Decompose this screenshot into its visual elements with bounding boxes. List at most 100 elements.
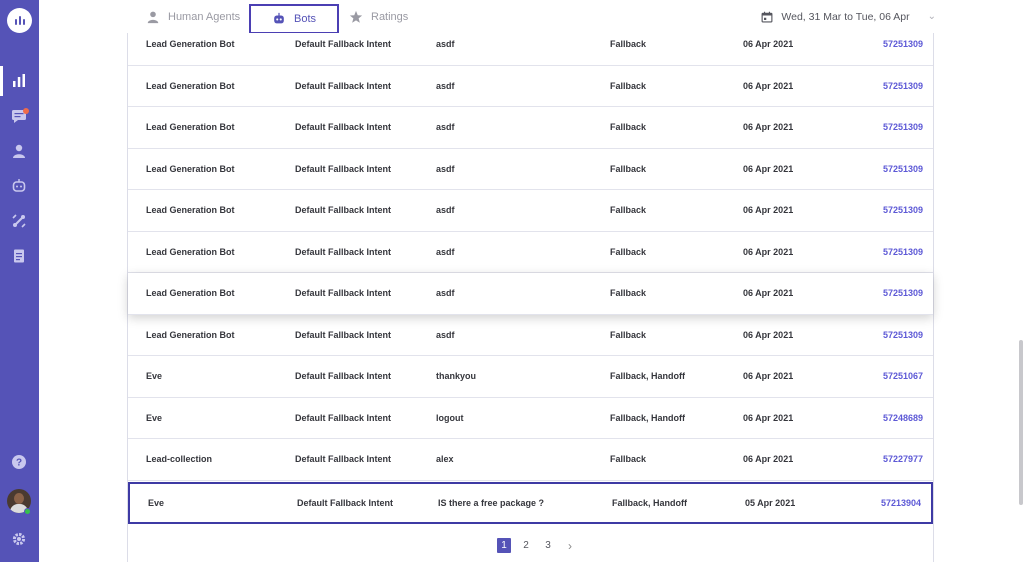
type-cell: Fallback [610,39,647,50]
tab-label: Ratings [371,10,409,23]
type-cell: Fallback, Handoff [612,497,688,508]
contacts-icon[interactable] [9,141,29,161]
message-cell: thankyou [436,371,477,382]
reports-icon[interactable] [9,246,29,266]
table-row[interactable]: Lead Generation Bot Default Fallback Inte… [128,66,933,107]
table-row[interactable]: Lead Generation Bot Default Fallback Inte… [128,24,933,66]
logo-icon[interactable] [7,8,32,33]
chevron-right-icon[interactable]: › [563,538,577,553]
message-cell: asdf [436,163,455,174]
date-cell: 06 Apr 2021 [743,163,794,174]
bot-name-cell: Lead Generation Bot [146,246,235,257]
page-1-button[interactable]: 1 [497,538,511,553]
message-cell: IS there a free package ? [438,497,545,508]
type-cell: Fallback [610,288,647,299]
conversation-id-link[interactable]: 57251309 [883,66,923,107]
table-row[interactable]: Eve Default Fallback Intent IS there a fre… [128,482,933,524]
bot-icon[interactable] [9,176,29,196]
table-row[interactable]: Lead Generation Bot Default Fallback Inte… [128,315,933,356]
message-cell: asdf [436,288,455,299]
message-cell: asdf [436,246,455,257]
intent-cell: Default Fallback Intent [295,163,392,174]
bot-name-cell: Lead Generation Bot [146,288,235,299]
conversation-id-link[interactable]: 57251309 [883,315,923,356]
online-status-dot [24,508,31,515]
message-cell: asdf [436,80,455,91]
analytics-icon[interactable] [9,71,29,91]
table-row[interactable]: Lead Generation Bot Default Fallback Inte… [128,190,933,232]
page-2-button[interactable]: 2 [519,538,533,553]
conversation-id-link[interactable]: 57251309 [883,107,923,148]
active-nav-indicator [0,66,3,96]
bot-name-cell: Lead Generation Bot [146,163,235,174]
type-cell: Fallback [610,80,647,91]
help-icon[interactable]: ? [9,452,29,472]
date-cell: 06 Apr 2021 [743,39,794,50]
calendar-icon [761,11,773,22]
type-cell: Fallback, Handoff [610,371,686,382]
notification-badge [23,108,29,114]
intent-cell: Default Fallback Intent [295,454,392,465]
date-cell: 06 Apr 2021 [743,80,794,91]
scrollbar-thumb[interactable] [1019,340,1023,505]
message-cell: asdf [436,205,455,216]
conversation-id-link[interactable]: 57227977 [883,439,923,480]
table-row[interactable]: Lead Generation Bot Default Fallback Inte… [128,107,933,149]
type-cell: Fallback [610,454,647,465]
integrations-icon[interactable] [9,211,29,231]
conversation-id-link[interactable]: 57251309 [883,24,923,65]
bot-name-cell: Lead Generation Bot [146,39,235,50]
date-cell: 06 Apr 2021 [743,246,794,257]
table-row[interactable]: Lead Generation Bot Default Fallback Inte… [128,232,933,273]
bot-name-cell: Lead-collection [146,454,213,465]
intent-cell: Default Fallback Intent [295,412,392,423]
intent-cell: Default Fallback Intent [295,329,392,340]
date-cell: 06 Apr 2021 [743,454,794,465]
star-icon [349,10,363,23]
conversation-id-link[interactable]: 57251067 [883,356,923,397]
date-cell: 06 Apr 2021 [743,205,794,216]
type-cell: Fallback [610,246,647,257]
svg-text:?: ? [16,458,22,469]
fallback-table: Lead Generation Bot Default Fallback Inte… [127,33,934,562]
conversation-id-link[interactable]: 57251309 [883,190,923,231]
table-row[interactable]: Eve Default Fallback Intent thankyou Fallba… [128,356,933,398]
date-cell: 06 Apr 2021 [743,329,794,340]
table-row[interactable]: Lead-collection Default Fallback Intent al… [128,439,933,481]
tab-label: Human Agents [168,10,241,23]
conversation-id-link[interactable]: 57251309 [883,232,923,273]
table-row[interactable]: Eve Default Fallback Intent logout Fallback… [128,398,933,439]
conversation-id-link[interactable]: 57213904 [881,484,921,522]
type-cell: Fallback [610,122,647,133]
intent-cell: Default Fallback Intent [295,371,392,382]
page-3-button[interactable]: 3 [541,538,555,553]
message-cell: asdf [436,329,455,340]
table-row[interactable]: Lead Generation Bot Default Fallback Inte… [128,149,933,190]
chevron-down-icon[interactable]: ⌄ [928,11,936,22]
settings-icon[interactable] [9,529,29,549]
date-cell: 05 Apr 2021 [745,497,796,508]
intent-cell: Default Fallback Intent [295,205,392,216]
conversation-id-link[interactable]: 57251309 [883,273,923,314]
conversation-id-link[interactable]: 57248689 [883,398,923,439]
pagination: 1 2 3 › [497,538,577,553]
date-cell: 06 Apr 2021 [743,288,794,299]
message-cell: asdf [436,39,455,50]
person-icon [147,11,159,23]
date-cell: 06 Apr 2021 [743,122,794,133]
bot-name-cell: Lead Generation Bot [146,205,235,216]
message-cell: logout [436,412,464,423]
message-cell: alex [436,454,454,465]
date-range-label: Wed, 31 Mar to Tue, 06 Apr [781,10,910,23]
type-cell: Fallback [610,329,647,340]
intent-cell: Default Fallback Intent [295,122,392,133]
intent-cell: Default Fallback Intent [295,80,392,91]
date-cell: 06 Apr 2021 [743,412,794,423]
type-cell: Fallback [610,163,647,174]
message-cell: asdf [436,122,455,133]
table-row[interactable]: Lead Generation Bot Default Fallback Inte… [128,273,933,315]
sidebar: ? [0,0,39,562]
conversation-id-link[interactable]: 57251309 [883,149,923,190]
type-cell: Fallback [610,205,647,216]
bot-name-cell: Eve [148,497,165,508]
